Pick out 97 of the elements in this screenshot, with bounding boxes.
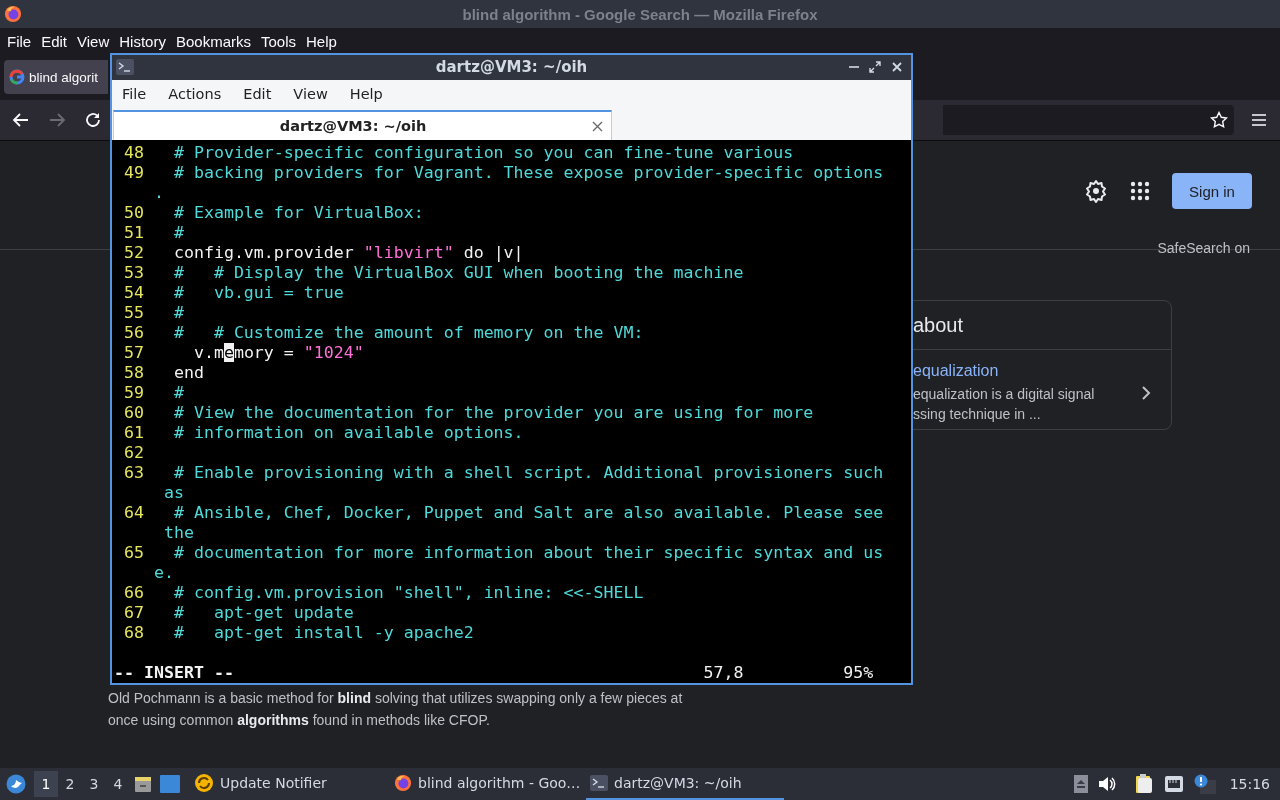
code-line: # vb.gui = true — [172, 283, 344, 303]
clock[interactable]: 15:16 — [1229, 776, 1270, 792]
code-line: # # Customize the amount of memory on the VM: — [172, 323, 644, 343]
line-number: 68 — [123, 623, 144, 643]
volume-icon[interactable] — [1097, 776, 1116, 792]
firefox-icon — [4, 5, 22, 23]
menu-item[interactable]: File — [2, 32, 37, 50]
code-line: # apt-get update — [172, 603, 354, 623]
code-line: e. — [153, 563, 174, 583]
code-line: # — [172, 303, 184, 323]
taskbar-item[interactable]: dartz@VM3: ~/oih — [586, 768, 784, 800]
google-icon — [9, 69, 25, 85]
workspace-button[interactable]: 4 — [106, 771, 130, 797]
result-link[interactable]: equalization — [913, 362, 1141, 380]
result-snippet: Old Pochmann is a basic method for blind solving that utilizes swapping only a few pieces at once using common algorithms found in methods like CFOP. — [108, 689, 684, 730]
settings-icon[interactable] — [1084, 179, 1108, 203]
menu-item[interactable]: File — [116, 85, 153, 102]
menu-item[interactable]: Actions — [162, 85, 228, 102]
menu-item[interactable]: History — [114, 32, 171, 50]
menu-item[interactable]: Bookmarks — [170, 32, 256, 50]
line-number: 51 — [123, 223, 144, 243]
code-line: # — [172, 383, 184, 403]
code-line: the — [162, 523, 194, 543]
line-number: 62 — [123, 443, 144, 463]
menu-item[interactable]: Edit — [36, 32, 73, 50]
card-heading: about — [913, 313, 964, 337]
firefox-icon — [394, 774, 412, 792]
line-number: 61 — [123, 423, 144, 443]
browser-tab[interactable]: blind algorit — [4, 60, 108, 94]
code-line: config.vm.provider "libvirt" do |v| — [172, 243, 524, 263]
window-title: dartz@VM3: ~/oih — [434, 58, 589, 77]
chevron-right-icon[interactable] — [1141, 386, 1151, 400]
line-number: 55 — [123, 303, 144, 323]
code-line: . — [153, 183, 164, 203]
line-number: 49 — [123, 163, 144, 183]
code-line: # backing providers for Vagrant. These expose provider-specific options — [172, 163, 884, 183]
safesearch-label[interactable]: SafeSearch on — [1157, 239, 1250, 257]
eject-icon[interactable] — [1073, 775, 1088, 793]
code-line: as — [162, 483, 184, 503]
code-line: # Enable provisioning with a shell script. Additional provisioners such — [172, 463, 884, 483]
card-snippet: equalization is a digital signal ssing technique in ... — [913, 385, 1096, 424]
star-icon[interactable] — [1210, 111, 1228, 129]
line-number: 59 — [123, 383, 144, 403]
line-number: 58 — [123, 363, 144, 383]
line-number: 48 — [123, 143, 144, 163]
minimize-icon[interactable] — [849, 65, 859, 70]
line-number: 53 — [123, 263, 144, 283]
close-icon[interactable] — [891, 61, 903, 74]
taskbar-item[interactable]: blind algorithm - Goo… — [390, 768, 586, 800]
notification-icon[interactable] — [1193, 774, 1216, 794]
network-icon[interactable] — [1163, 775, 1184, 793]
vim-mode: -- INSERT -- — [114, 663, 235, 683]
line-number: 65 — [123, 543, 144, 563]
menu-item[interactable]: Help — [301, 32, 342, 50]
code-line: end — [172, 363, 204, 383]
window-title: blind algorithm - Google Search — Mozilla Firefox — [461, 5, 819, 23]
line-number: 50 — [123, 203, 144, 223]
menu-item[interactable]: Help — [343, 85, 389, 102]
code-line: # — [172, 223, 184, 243]
workspace-button[interactable]: 2 — [58, 771, 82, 797]
code-line: # Example for VirtualBox: — [172, 203, 424, 223]
apps-grid-icon[interactable] — [1130, 181, 1150, 201]
cursor-position: 57,8 — [703, 663, 745, 683]
line-number: 56 — [123, 323, 144, 343]
line-number: 54 — [123, 283, 144, 303]
menu-item[interactable]: Tools — [256, 32, 301, 50]
line-number: 60 — [123, 403, 144, 423]
menu-item[interactable]: View — [287, 85, 334, 102]
code-line: # View the documentation for the provider you are using for more — [172, 403, 814, 423]
menu-item[interactable]: Edit — [237, 85, 278, 102]
code-line: # config.vm.provision "shell", inline: <<-SHELL — [172, 583, 644, 603]
terminal-tab[interactable]: dartz@VM3: ~/oih — [113, 110, 612, 140]
code-line: # information on available options. — [172, 423, 524, 443]
code-line: # Provider-specific configuration so you can fine-tune various — [172, 143, 794, 163]
editor-area[interactable] — [112, 140, 911, 683]
maximize-icon[interactable] — [869, 61, 881, 74]
line-number: 64 — [123, 503, 144, 523]
scroll-percent: 95% — [843, 663, 874, 683]
terminal-icon — [116, 59, 134, 76]
refresh-icon — [194, 773, 214, 793]
close-tab-icon[interactable] — [592, 120, 603, 132]
workspace-button[interactable]: 1 — [34, 771, 58, 797]
code-line: # apt-get install -y apache2 — [172, 623, 474, 643]
menu-item[interactable]: View — [72, 32, 115, 50]
line-number: 57 — [123, 343, 144, 363]
taskbar-item[interactable]: Update Notifier — [190, 768, 390, 800]
line-number: 66 — [123, 583, 144, 603]
code-line: # documentation for more information about their specific syntax and us — [172, 543, 884, 563]
line-number: 67 — [123, 603, 144, 623]
line-number: 63 — [123, 463, 144, 483]
workspace-button[interactable]: 3 — [82, 771, 106, 797]
code-line: # Ansible, Chef, Docker, Puppet and Salt are also available. Please see — [172, 503, 884, 523]
clipboard-icon[interactable] — [1133, 774, 1154, 794]
sign-in-button[interactable]: Sign in — [1172, 173, 1252, 209]
code-line: # # Display the VirtualBox GUI when booting the machine — [172, 263, 744, 283]
line-number: 52 — [123, 243, 144, 263]
terminal-icon — [590, 775, 608, 791]
